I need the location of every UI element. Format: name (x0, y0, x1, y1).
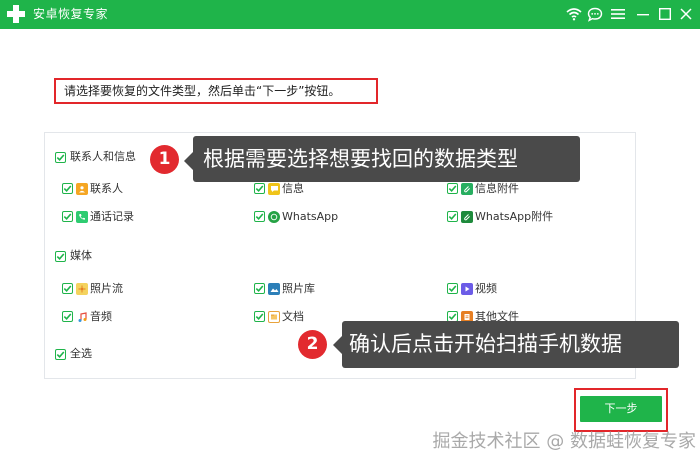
step-2-badge: 2 (298, 330, 327, 359)
audio-checkbox[interactable] (62, 311, 73, 322)
audio-label: 音频 (90, 310, 112, 323)
attachment-icon (461, 183, 473, 195)
photo-stream-label: 照片流 (90, 282, 123, 295)
documents-label: 文档 (282, 310, 304, 323)
close-icon[interactable] (676, 4, 696, 24)
media-group-checkbox[interactable] (55, 251, 66, 262)
callout-2: 确认后点击开始扫描手机数据 (342, 321, 679, 368)
audio-icon (76, 311, 88, 323)
document-icon (268, 311, 280, 323)
whatsapp-attachment-icon (461, 211, 473, 223)
select-all-checkbox[interactable] (55, 349, 66, 360)
contacts-group-checkbox[interactable] (55, 152, 66, 163)
step-1-badge: 1 (150, 145, 179, 174)
contact-card-icon (76, 183, 88, 195)
menu-icon[interactable] (608, 4, 628, 24)
plus-logo-icon (7, 5, 25, 23)
message-attachments-label: 信息附件 (475, 182, 519, 195)
message-icon (268, 183, 280, 195)
whatsapp-label: WhatsApp (282, 210, 339, 223)
contacts-checkbox[interactable] (62, 183, 73, 194)
chat-icon[interactable] (585, 4, 605, 24)
callout-1-text: 根据需要选择想要找回的数据类型 (203, 147, 518, 171)
title-bar: 安卓恢复专家 (0, 0, 700, 29)
maximize-icon[interactable] (655, 4, 675, 24)
next-button[interactable]: 下一步 (580, 396, 662, 422)
whatsapp-attachments-label: WhatsApp附件 (475, 210, 554, 223)
wifi-icon[interactable] (564, 4, 584, 24)
callout-2-pointer (333, 336, 342, 354)
photo-library-checkbox[interactable] (254, 283, 265, 294)
video-checkbox[interactable] (447, 283, 458, 294)
whatsapp-attachments-checkbox[interactable] (447, 211, 458, 222)
documents-checkbox[interactable] (254, 311, 265, 322)
call-log-label: 通话记录 (90, 210, 134, 223)
callout-1-pointer (184, 152, 193, 170)
minimize-icon[interactable] (633, 4, 653, 24)
photo-library-icon (268, 283, 280, 295)
message-attachments-checkbox[interactable] (447, 183, 458, 194)
contacts-label: 联系人 (90, 182, 123, 195)
messages-checkbox[interactable] (254, 183, 265, 194)
instruction-text: 请选择要恢复的文件类型，然后单击“下一步”按钮。 (54, 78, 378, 104)
media-group-label: 媒体 (70, 249, 92, 262)
call-log-checkbox[interactable] (62, 211, 73, 222)
whatsapp-checkbox[interactable] (254, 211, 265, 222)
callout-1: 根据需要选择想要找回的数据类型 (193, 136, 580, 182)
photo-library-label: 照片库 (282, 282, 315, 295)
photo-stream-checkbox[interactable] (62, 283, 73, 294)
select-all-label: 全选 (70, 347, 92, 360)
whatsapp-icon (268, 211, 280, 223)
video-label: 视频 (475, 282, 497, 295)
callout-2-text: 确认后点击开始扫描手机数据 (349, 332, 622, 356)
messages-label: 信息 (282, 182, 304, 195)
watermark: 掘金技术社区 @ 数据蛙恢复专家 (432, 431, 696, 452)
contacts-group-label: 联系人和信息 (70, 150, 136, 163)
phone-icon (76, 211, 88, 223)
app-title: 安卓恢复专家 (33, 7, 109, 21)
video-icon (461, 283, 473, 295)
photo-stream-icon (76, 283, 88, 295)
